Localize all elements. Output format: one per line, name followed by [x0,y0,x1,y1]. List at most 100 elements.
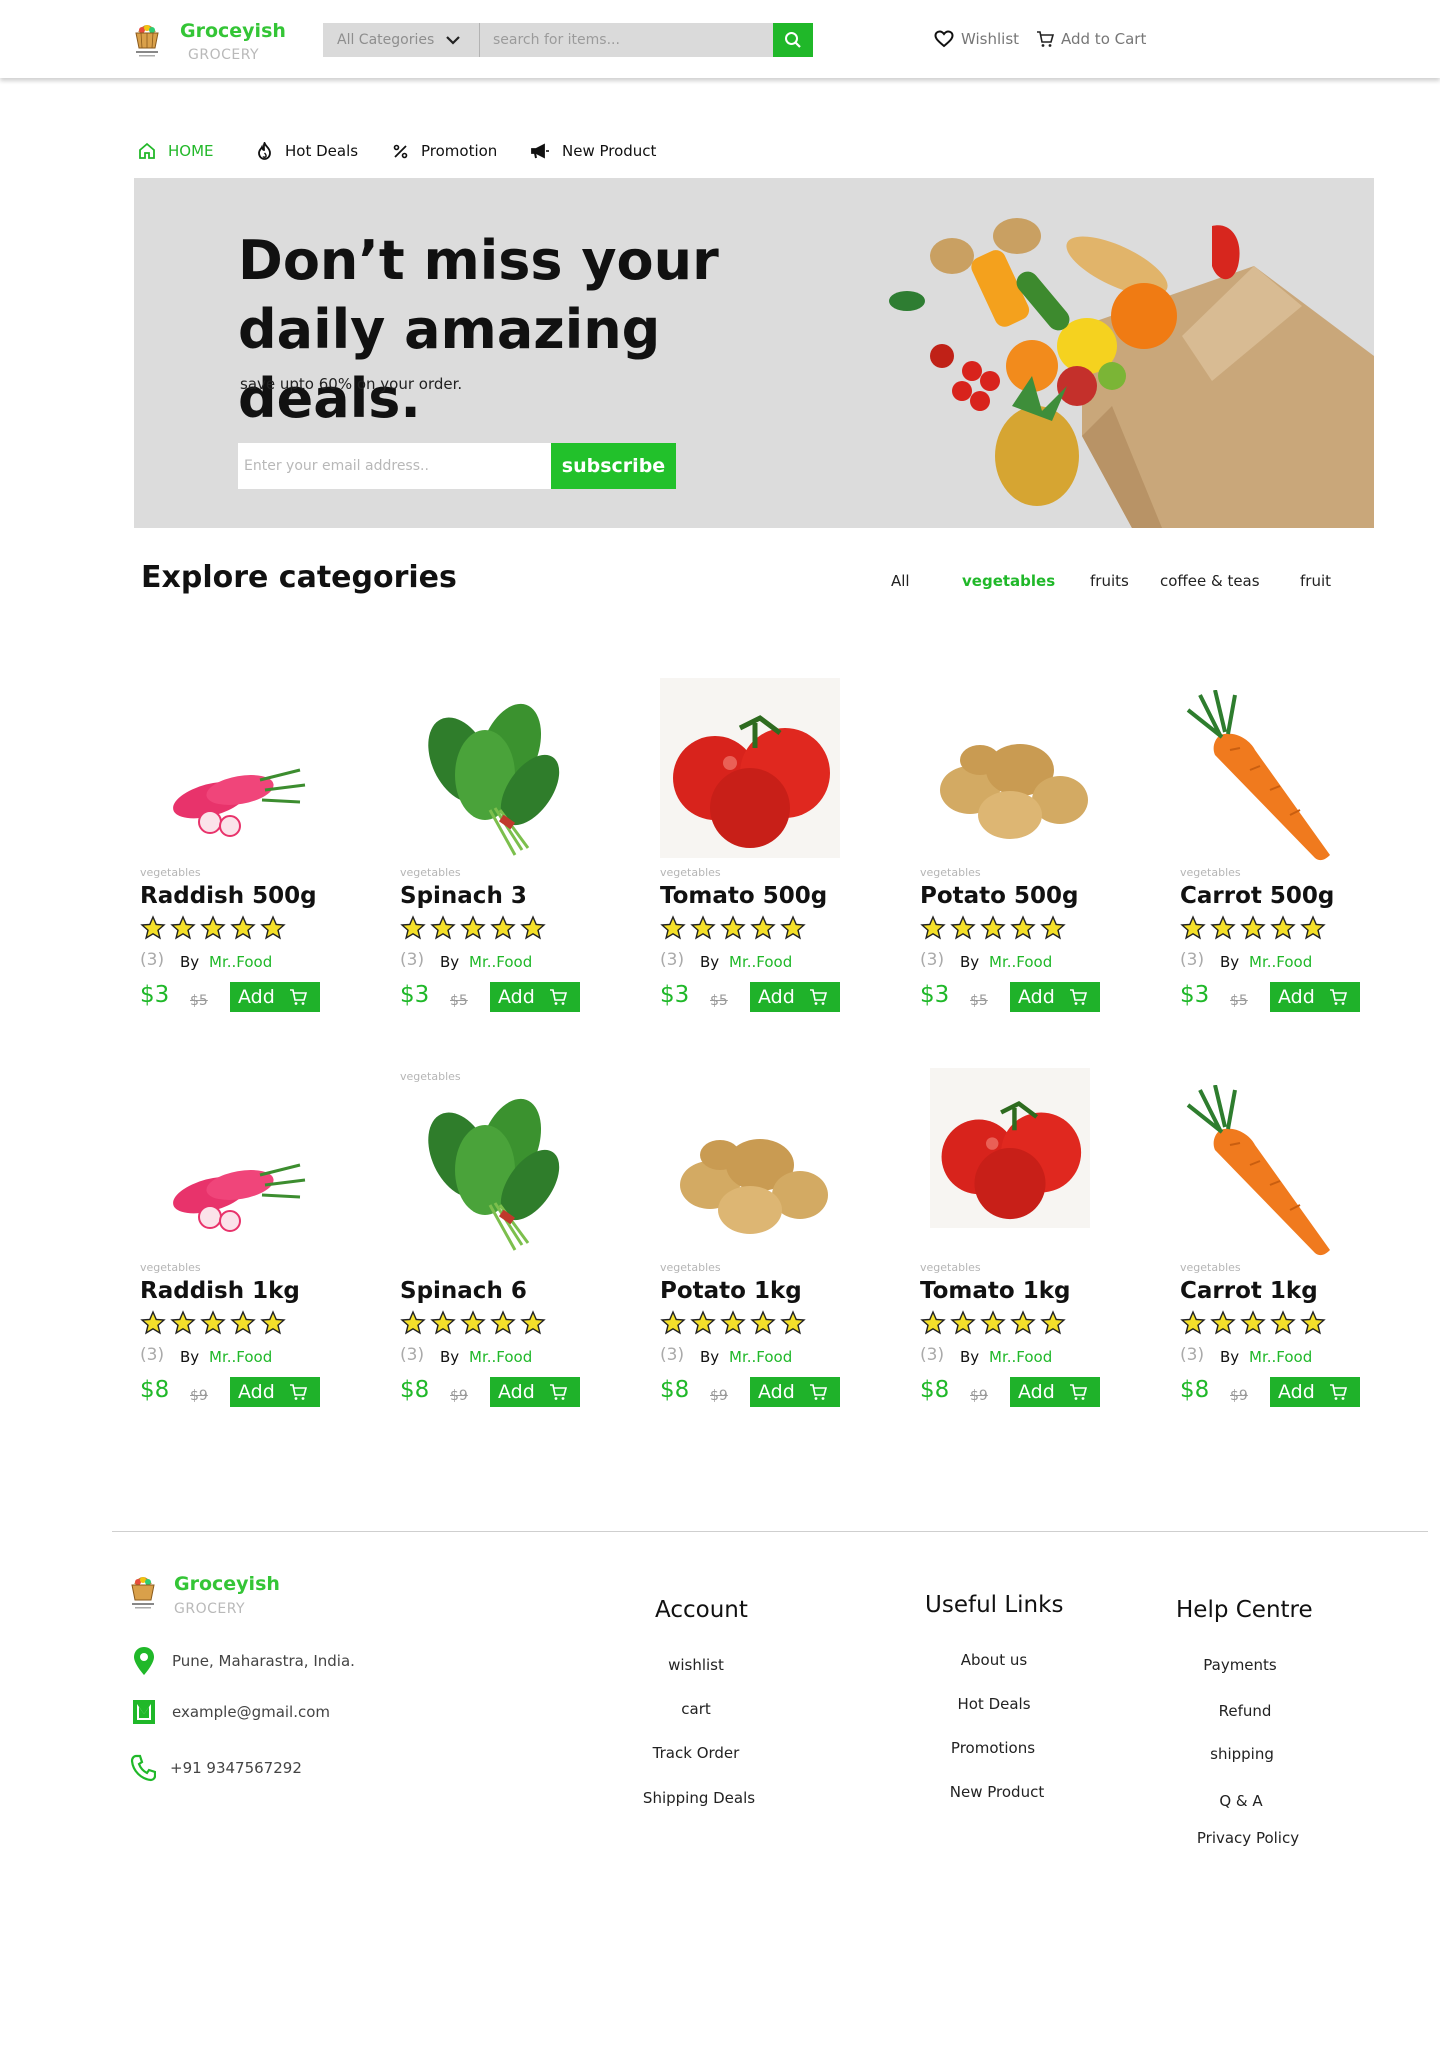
old-price: $5 [190,993,208,1009]
product-card-potato-1kg[interactable]: vegetables Potato 1kg (3) By Mr..Food $8 $9 Add [660,1085,860,1425]
footer-link-promotions[interactable]: Promotions [893,1739,1093,1757]
product-name[interactable]: Tomato 1kg [920,1278,1071,1304]
footer-link-about-us[interactable]: About us [894,1651,1094,1669]
vendor-name[interactable]: Mr..Food [729,1348,792,1366]
vendor-name[interactable]: Mr..Food [209,1348,272,1366]
product-card-spinach-3[interactable]: vegetables Spinach 3 (3) By Mr..Food $3 $5 Add [400,690,600,1030]
product-card-raddish-500g[interactable]: vegetables Raddish 500g (3) By Mr..Food $3 $5 A… [140,690,340,1030]
rating-count: (3) [140,950,165,970]
vendor-name[interactable]: Mr..Food [989,1348,1052,1366]
brand-logo[interactable] [132,18,162,62]
top-header: Groceyish GROCERY All Categories Wishlis… [0,0,1440,78]
tab-vegetables[interactable]: vegetables [962,572,1055,590]
vendor-name[interactable]: Mr..Food [1249,953,1312,971]
cart-link[interactable]: Add to Cart [1036,30,1146,48]
nav-hot-deals[interactable]: Hot Deals [256,140,358,162]
add-label: Add [238,1381,275,1403]
footer-link-cart[interactable]: cart [596,1700,796,1718]
product-card-tomato-500g[interactable]: vegetables Tomato 500g (3) By Mr..Food $3 $5 Ad… [660,678,860,1030]
vendor-name[interactable]: Mr..Food [469,953,532,971]
add-to-cart-button[interactable]: Add [750,1377,840,1407]
vendor-by: By [1220,953,1240,971]
nav-home-label: HOME [168,142,214,160]
tab-fruits[interactable]: fruits [1090,572,1129,590]
add-to-cart-button[interactable]: Add [230,982,320,1012]
rating-stars [1180,1310,1330,1336]
wishlist-link[interactable]: Wishlist [934,30,1019,48]
product-category: vegetables [400,866,461,879]
footer-link-track-order[interactable]: Track Order [596,1744,796,1762]
subscribe-button[interactable]: subscribe [551,443,676,489]
footer-email[interactable]: example@gmail.com [132,1699,330,1725]
vendor-name[interactable]: Mr..Food [729,953,792,971]
footer-account-title: Account [655,1597,748,1623]
footer-link-shipping[interactable]: shipping [1142,1745,1342,1763]
add-to-cart-button[interactable]: Add [1010,1377,1100,1407]
product-card-raddish-1kg[interactable]: vegetables Raddish 1kg (3) By Mr..Food $8 $9 Ad… [140,1085,340,1425]
vendor-by: By [180,1348,200,1366]
add-to-cart-button[interactable]: Add [750,982,840,1012]
vendor-name[interactable]: Mr..Food [1249,1348,1312,1366]
product-name[interactable]: Carrot 1kg [1180,1278,1318,1304]
product-name[interactable]: Spinach 3 [400,883,527,909]
old-price: $9 [1230,1388,1248,1404]
footer-link-wishlist[interactable]: wishlist [596,1656,796,1674]
add-to-cart-button[interactable]: Add [1270,1377,1360,1407]
star-icon [260,1310,286,1335]
vendor-name[interactable]: Mr..Food [209,953,272,971]
nav-home[interactable]: HOME [138,140,214,162]
product-name[interactable]: Raddish 1kg [140,1278,300,1304]
product-name[interactable]: Potato 1kg [660,1278,802,1304]
star-icon [200,1310,226,1335]
old-price: $5 [450,993,468,1009]
product-name[interactable]: Potato 500g [920,883,1078,909]
star-icon [430,915,456,940]
home-icon [139,142,155,159]
tab-all[interactable]: All [891,572,910,590]
footer-link-shipping-deals[interactable]: Shipping Deals [599,1789,799,1807]
product-name[interactable]: Spinach 6 [400,1278,527,1304]
footer-link-privacy-policy[interactable]: Privacy Policy [1148,1829,1348,1847]
product-card-spinach-6[interactable]: vegetables Spinach 6 (3) By Mr..Food $8 $9 Add [400,1070,600,1425]
product-card-carrot-500g[interactable]: vegetables Carrot 500g (3) By Mr..Food $3 $5 Ad… [1180,690,1380,1030]
product-name[interactable]: Raddish 500g [140,883,317,909]
add-to-cart-button[interactable]: Add [490,982,580,1012]
star-icon [1040,915,1066,940]
footer-link-refund[interactable]: Refund [1145,1702,1345,1720]
star-icon [490,1310,516,1335]
product-card-carrot-1kg[interactable]: vegetables Carrot 1kg (3) By Mr..Food $8 $9 Ad… [1180,1085,1380,1425]
tab-fruit[interactable]: fruit [1300,572,1331,590]
add-to-cart-button[interactable]: Add [1270,982,1360,1012]
cart-icon [549,989,567,1005]
footer-link-qa[interactable]: Q & A [1141,1792,1341,1810]
product-card-tomato-1kg[interactable]: vegetables Tomato 1kg (3) By Mr..Food $8 $9 Ad… [920,1068,1120,1425]
hero-title: Don’t miss your daily amazing deals. [238,229,719,430]
category-select[interactable]: All Categories [323,23,480,57]
product-name[interactable]: Tomato 500g [660,883,827,909]
footer-link-hot-deals[interactable]: Hot Deals [894,1695,1094,1713]
cart-icon [1037,31,1054,47]
rating-stars [660,915,810,941]
footer-logo[interactable] [128,1570,158,1614]
footer-link-new-product[interactable]: New Product [897,1783,1097,1801]
star-icon [460,915,486,940]
wishlist-label: Wishlist [961,30,1020,48]
vendor-name[interactable]: Mr..Food [989,953,1052,971]
product-card-potato-500g[interactable]: vegetables Potato 500g (3) By Mr..Food $3 $5 Ad… [920,690,1120,1030]
nav-promotion[interactable]: Promotion [392,140,497,162]
email-input[interactable] [238,443,552,489]
product-name[interactable]: Carrot 500g [1180,883,1334,909]
tab-coffee-teas[interactable]: coffee & teas [1160,572,1260,590]
add-to-cart-button[interactable]: Add [230,1377,320,1407]
footer-link-payments[interactable]: Payments [1140,1656,1340,1674]
vendor-name[interactable]: Mr..Food [469,1348,532,1366]
cart-icon [1329,989,1347,1005]
add-to-cart-button[interactable]: Add [1010,982,1100,1012]
search-button[interactable] [773,23,813,57]
add-label: Add [238,986,275,1008]
footer-phone[interactable]: +91 9347567292 [130,1754,302,1782]
add-to-cart-button[interactable]: Add [490,1377,580,1407]
nav-new-product[interactable]: New Product [530,140,656,162]
search-input[interactable] [481,23,781,57]
brand-name[interactable]: Groceyish [180,20,286,42]
